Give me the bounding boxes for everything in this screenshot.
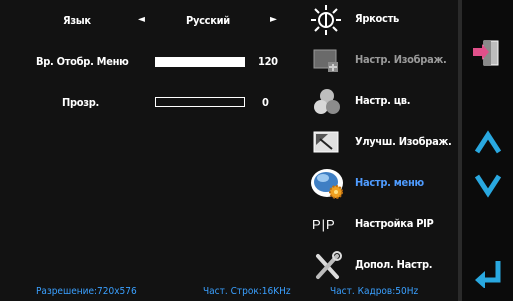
menu-time-label: Вр. Отобр. Меню (36, 55, 129, 68)
color-settings-icon (310, 86, 344, 118)
menu-label-color-settings: Настр. цв. (355, 94, 411, 107)
image-settings-icon (310, 45, 344, 77)
brightness-icon (310, 4, 344, 36)
exit-icon[interactable] (470, 38, 504, 68)
menu-label-image-enhance: Улучш. Изображ. (355, 135, 452, 148)
menu-item-pip-settings[interactable]: P|P Настройка PIP (305, 207, 455, 243)
navigation-sidebar (462, 0, 513, 301)
status-vertical-frequency: Част. Кадров:50Hz (330, 286, 419, 297)
enter-icon[interactable] (474, 258, 504, 289)
tools-icon (310, 250, 344, 282)
transparency-label: Прозр. (62, 96, 99, 109)
menu-label-menu-settings: Настр. меню (355, 176, 424, 189)
menu-item-color-settings[interactable]: Настр. цв. (305, 84, 455, 120)
menu-item-advanced-settings[interactable]: Допол. Настр. (305, 248, 455, 284)
menu-time-slider-fill (156, 58, 244, 66)
language-value[interactable]: Русский (186, 14, 230, 27)
status-resolution: Разрешение:720x576 (36, 286, 137, 297)
pip-icon: P|P (310, 209, 344, 241)
language-next-arrow[interactable]: ► (270, 14, 277, 25)
menu-item-image-enhance[interactable]: Улучш. Изображ. (305, 125, 455, 161)
language-label: Язык (63, 14, 91, 27)
menu-label-brightness: Яркость (355, 12, 399, 25)
transparency-value: 0 (262, 96, 269, 109)
language-prev-arrow[interactable]: ◄ (138, 14, 145, 25)
status-horizontal-frequency: Част. Строк:16KHz (203, 286, 291, 297)
menu-item-menu-settings[interactable]: Настр. меню (305, 166, 455, 202)
menu-settings-icon (310, 168, 344, 200)
menu-time-value: 120 (258, 55, 278, 68)
osd-menu-panel: Язык ◄ Русский ► Вр. Отобр. Меню 120 Про… (0, 0, 462, 301)
transparency-slider[interactable] (155, 97, 245, 107)
menu-item-brightness[interactable]: Яркость (305, 2, 455, 38)
image-enhance-icon (310, 127, 344, 159)
menu-label-image-settings: Настр. Изображ. (355, 53, 447, 66)
up-arrow-icon[interactable] (474, 130, 502, 156)
down-arrow-icon[interactable] (474, 172, 502, 198)
menu-time-slider[interactable] (155, 57, 245, 67)
menu-label-pip-settings: Настройка PIP (355, 217, 434, 230)
pip-icon-text: P|P (312, 217, 336, 232)
menu-item-image-settings[interactable]: Настр. Изображ. (305, 43, 455, 79)
menu-label-advanced-settings: Допол. Настр. (355, 258, 433, 271)
